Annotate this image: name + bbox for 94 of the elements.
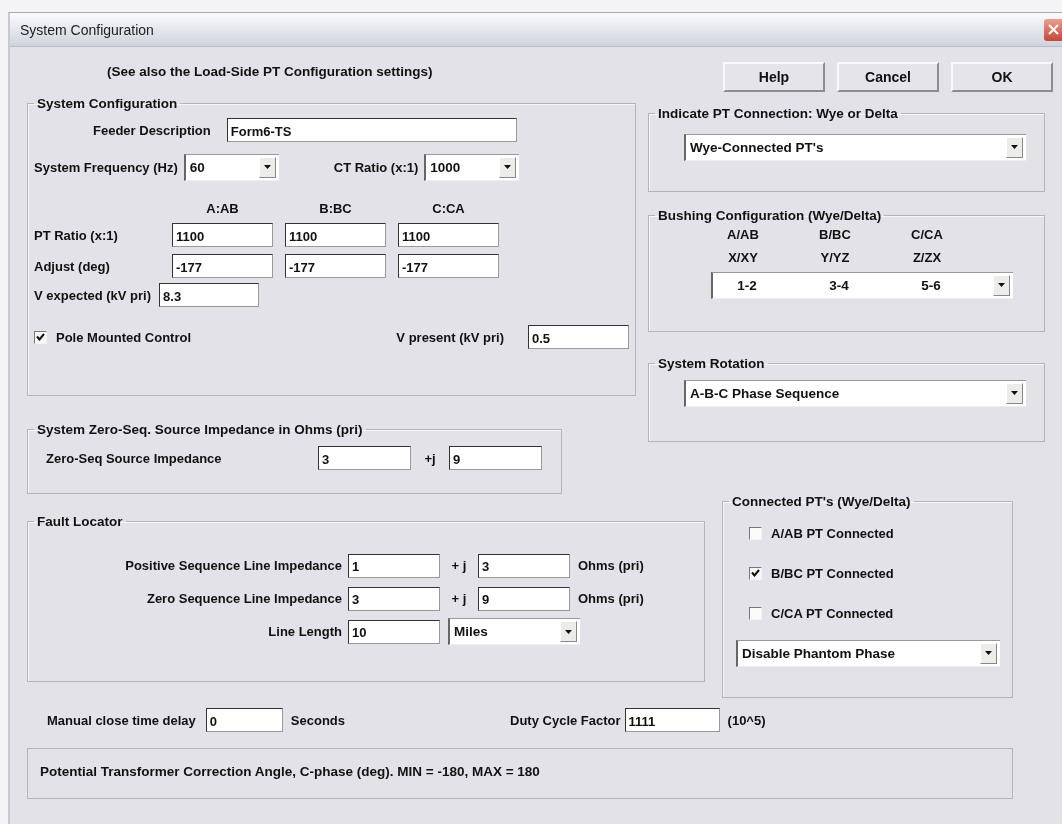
group-title: System Rotation bbox=[657, 356, 766, 371]
field-label: Feeder Description bbox=[93, 122, 211, 138]
column-heading: B:BC bbox=[318, 201, 353, 216]
input-field[interactable]: 1100 bbox=[172, 223, 273, 247]
field-label: Positive Sequence Line Impedance bbox=[124, 558, 342, 573]
field-label: Line Length bbox=[267, 624, 342, 639]
input-field[interactable]: -177 bbox=[398, 254, 499, 278]
caret-icon bbox=[565, 629, 572, 634]
dialog-button[interactable]: Help bbox=[723, 62, 825, 92]
imaginary-label: +j bbox=[423, 450, 437, 466]
checkbox-label: Pole Mounted Control bbox=[56, 329, 192, 345]
column-heading: Y/YZ bbox=[820, 250, 850, 265]
dropdown-arrow-button[interactable] bbox=[258, 156, 276, 178]
imaginary-label: + j bbox=[450, 591, 468, 606]
field-label: Zero-Seq Source Impedance bbox=[46, 450, 223, 466]
field-label: Duty Cycle Factor bbox=[510, 712, 621, 728]
group-title: Connected PT's (Wye/Delta) bbox=[731, 494, 912, 509]
field-label: PT Ratio (x:1) bbox=[34, 227, 119, 243]
rotation-dropdown[interactable]: A-B-C Phase Sequence bbox=[684, 379, 1026, 407]
column-heading: X/XY bbox=[728, 250, 758, 265]
input-field[interactable]: 9 bbox=[449, 446, 542, 470]
input-field[interactable]: 1 bbox=[348, 553, 440, 578]
caret-icon bbox=[1011, 391, 1018, 395]
input-field[interactable]: -177 bbox=[285, 254, 386, 278]
field-label: Zero Sequence Line Impedance bbox=[145, 591, 342, 606]
dialog-button[interactable]: Cancel bbox=[837, 62, 939, 92]
column-heading: A:AB bbox=[205, 201, 240, 216]
unit-label: Seconds bbox=[290, 712, 346, 728]
group-title: Bushing Configuration (Wye/Delta) bbox=[657, 208, 883, 223]
input-field[interactable]: 1100 bbox=[285, 223, 386, 247]
checkbox-label: C/CA PT Connected bbox=[771, 605, 894, 621]
unit-label: Ohms (pri) bbox=[578, 591, 644, 606]
caret-icon bbox=[998, 283, 1005, 287]
pt-connection-dropdown[interactable]: Wye-Connected PT's bbox=[684, 133, 1026, 161]
frequency-dropdown[interactable]: 60 bbox=[183, 153, 279, 181]
input-field[interactable]: 0.5 bbox=[528, 325, 629, 349]
checkbox[interactable] bbox=[749, 606, 762, 620]
dropdown-arrow-button[interactable] bbox=[980, 642, 997, 664]
caret-icon bbox=[1011, 145, 1018, 149]
dropdown-arrow-button[interactable] bbox=[499, 156, 517, 178]
input-field[interactable]: 9 bbox=[478, 586, 570, 611]
caret-icon bbox=[263, 165, 271, 169]
phantom-phase-dropdown[interactable]: Disable Phantom Phase bbox=[736, 639, 1000, 667]
dialog-button[interactable]: OK bbox=[951, 62, 1053, 92]
field-label: Manual close time delay bbox=[47, 712, 196, 728]
checkbox-label: A/AB PT Connected bbox=[771, 525, 894, 541]
ct-ratio-dropdown[interactable]: 1000 bbox=[424, 153, 520, 181]
caret-icon bbox=[504, 165, 512, 169]
input-field[interactable]: 8.3 bbox=[159, 283, 260, 307]
column-heading: B/BC bbox=[819, 227, 851, 242]
column-heading: A/AB bbox=[727, 227, 759, 242]
bushing-dropdown[interactable]: 1-2 3-4 5-6 bbox=[711, 271, 1013, 299]
field-label: Adjust (deg) bbox=[34, 258, 111, 274]
dropdown-arrow-button[interactable] bbox=[1006, 136, 1023, 158]
checkbox-label: B/BC PT Connected bbox=[771, 565, 894, 581]
status-message: Potential Transformer Correction Angle, C-phase (deg). MIN = -180, MAX = 180 bbox=[27, 748, 1013, 799]
imaginary-label: + j bbox=[450, 558, 468, 573]
bushing-value: 1-2 bbox=[736, 277, 758, 293]
input-field[interactable]: -177 bbox=[172, 254, 273, 278]
unit-label: Ohms (pri) bbox=[578, 558, 644, 573]
field-label: V expected (kV pri) bbox=[34, 287, 152, 303]
input-field[interactable]: Form6-TS bbox=[226, 118, 517, 142]
field-label: V present (kV pri) bbox=[396, 329, 504, 345]
input-field[interactable]: 0 bbox=[205, 708, 283, 732]
checkbox[interactable] bbox=[34, 330, 47, 344]
group-title: Indicate PT Connection: Wye or Delta bbox=[657, 106, 899, 121]
close-icon bbox=[1047, 24, 1059, 35]
group-title: System Configuration bbox=[36, 96, 179, 111]
caret-icon bbox=[985, 651, 992, 655]
window-title: System Configuration bbox=[20, 21, 154, 38]
input-field[interactable]: 3 bbox=[478, 553, 570, 578]
checkbox[interactable] bbox=[749, 526, 762, 540]
column-heading: Z/ZX bbox=[912, 250, 942, 265]
group-title: Fault Locator bbox=[36, 514, 124, 529]
bushing-value: 3-4 bbox=[828, 277, 850, 293]
dropdown-arrow-button[interactable] bbox=[993, 274, 1010, 296]
input-field[interactable]: 1111 bbox=[624, 708, 720, 732]
field-label: System Frequency (Hz) bbox=[34, 159, 178, 175]
input-field[interactable]: 10 bbox=[348, 619, 440, 644]
bushing-value: 5-6 bbox=[920, 277, 942, 293]
dropdown-arrow-button[interactable] bbox=[1006, 382, 1023, 404]
input-field[interactable]: 3 bbox=[318, 446, 411, 470]
checkbox[interactable] bbox=[749, 566, 762, 580]
column-heading: C:CA bbox=[431, 201, 466, 216]
input-field[interactable]: 1100 bbox=[398, 223, 499, 247]
note-text: (See also the Load-Side PT Configuration settings) bbox=[107, 64, 434, 81]
dropdown-arrow-button[interactable] bbox=[560, 621, 577, 642]
field-label: CT Ratio (x:1) bbox=[333, 159, 419, 175]
input-field[interactable]: 3 bbox=[348, 586, 440, 611]
unit-label: (10^5) bbox=[727, 712, 766, 728]
close-button[interactable] bbox=[1044, 18, 1062, 41]
column-heading: C/CA bbox=[911, 227, 943, 242]
group-title: System Zero-Seq. Source Impedance in Ohms (pri) bbox=[36, 422, 364, 437]
unit-dropdown[interactable]: Miles bbox=[448, 618, 580, 645]
